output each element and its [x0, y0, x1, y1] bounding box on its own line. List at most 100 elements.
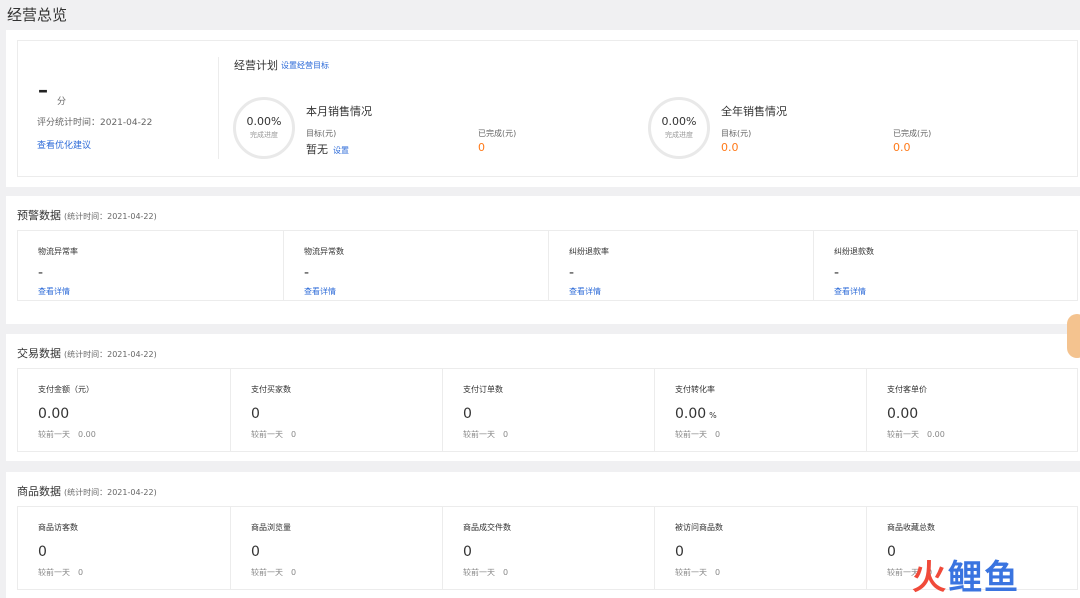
set-plan-target-link[interactable]: 设置经营目标: [281, 60, 329, 71]
plan-title: 经营计划: [234, 59, 278, 72]
goods-cell: 商品成交件数 0 较前一天 0: [442, 507, 654, 589]
warning-cell-value: -: [38, 265, 44, 281]
warning-cell: 物流异常数 - 查看详情: [283, 231, 548, 300]
trade-cell-label: 支付金额（元）: [38, 385, 94, 394]
trade-value-text: 0.00: [38, 406, 70, 422]
goods-cell-compare: 较前一天 0: [251, 567, 296, 578]
trade-cell: 支付买家数 0 较前一天 0: [230, 369, 442, 451]
watermark-part1: 火: [912, 558, 948, 598]
compare-label: 较前一天: [38, 568, 70, 577]
trade-value-text: 0.00: [675, 406, 707, 422]
score-time: 评分统计时间：2021-04-22: [37, 118, 153, 128]
trade-cell-compare: 较前一天 0.00: [38, 429, 96, 440]
trade-cell: 支付转化率 0.00% 较前一天 0: [654, 369, 866, 451]
divider: [218, 57, 219, 159]
trade-cell-value: 0.00: [38, 406, 72, 422]
goods-cell-value: 0: [38, 544, 47, 560]
goods-cell-label: 商品访客数: [38, 523, 78, 532]
goods-cell-value: 0: [463, 544, 472, 560]
trade-card: 支付金额（元） 0.00 较前一天 0.00 支付买家数 0 较前一天 0 支付订单…: [17, 368, 1078, 452]
compare-value: 0: [503, 430, 509, 439]
trade-value-text: 0: [251, 406, 260, 422]
goods-cell-label: 商品成交件数: [463, 523, 511, 532]
overview-panel: – 分 评分统计时间：2021-04-22 查看优化建议 经营计划 设置经营目标…: [6, 30, 1080, 187]
trade-cell-value: 0: [251, 406, 263, 422]
trade-cell-value: 0.00%: [675, 406, 717, 422]
monthly-set-link[interactable]: 设置: [333, 146, 349, 155]
warning-cell-value: -: [834, 265, 840, 281]
compare-value: 0: [503, 568, 509, 577]
trade-cell-compare: 较前一天 0.00: [887, 429, 945, 440]
trade-cell-compare: 较前一天 0: [251, 429, 296, 440]
trade-cell-label: 支付订单数: [463, 385, 503, 394]
trade-title-text: 交易数据: [17, 347, 61, 360]
view-detail-link[interactable]: 查看详情: [38, 286, 70, 297]
goods-cell-compare: 较前一天 0: [38, 567, 83, 578]
watermark-part2: 鲤鱼: [948, 558, 1020, 598]
monthly-done-label: 已完成(元): [478, 129, 517, 138]
goods-cell-compare: 较前一天 0: [463, 567, 508, 578]
view-detail-link[interactable]: 查看详情: [304, 286, 336, 297]
goods-cell: 商品访客数 0 较前一天 0: [18, 507, 230, 589]
monthly-sales-title: 本月销售情况: [306, 105, 372, 118]
warning-cell-value: -: [569, 265, 575, 281]
trade-value-unit: %: [709, 411, 717, 420]
warning-cell-label: 纠纷退款数: [834, 247, 874, 256]
monthly-progress-ring: 0.00% 完成进度: [233, 97, 295, 159]
goods-cell-label: 商品收藏总数: [887, 523, 935, 532]
yearly-progress-label: 完成进度: [665, 131, 693, 139]
compare-label: 较前一天: [251, 568, 283, 577]
compare-value: 0: [291, 568, 297, 577]
monthly-progress-pct: 0.00%: [246, 115, 282, 128]
warning-cell: 物流异常率 - 查看详情: [18, 231, 283, 300]
trade-cell-label: 支付客单价: [887, 385, 927, 394]
goods-title-text: 商品数据: [17, 485, 61, 498]
compare-label: 较前一天: [675, 430, 707, 439]
yearly-sales-title: 全年销售情况: [721, 105, 787, 118]
yearly-progress-ring: 0.00% 完成进度: [648, 97, 710, 159]
trade-title: 交易数据 (统计时间：2021-04-22): [17, 345, 157, 361]
compare-label: 较前一天: [463, 568, 495, 577]
trade-cell-value: 0.00: [887, 406, 921, 422]
yearly-done-value: 0.0: [893, 141, 911, 154]
warning-cell-label: 物流异常数: [304, 247, 344, 256]
trade-cell-label: 支付买家数: [251, 385, 291, 394]
warning-card: 物流异常率 - 查看详情 物流异常数 - 查看详情 纠纷退款率 - 查看详情 纠…: [17, 230, 1078, 301]
trade-subtitle: (统计时间：2021-04-22): [64, 350, 157, 359]
compare-label: 较前一天: [675, 568, 707, 577]
goods-cell-value: 0: [251, 544, 260, 560]
view-optimize-link[interactable]: 查看优化建议: [37, 138, 91, 151]
watermark-logo: 火鲤鱼: [912, 550, 1020, 598]
trade-cell: 支付客单价 0.00 较前一天 0.00: [866, 369, 1078, 451]
yearly-target-value: 0.0: [721, 141, 739, 154]
trade-value-text: 0: [463, 406, 472, 422]
monthly-progress-label: 完成进度: [250, 131, 278, 139]
goods-cell-label: 商品浏览量: [251, 523, 291, 532]
score-value: –: [38, 78, 48, 102]
trade-panel: 交易数据 (统计时间：2021-04-22) 支付金额（元） 0.00 较前一天 0…: [6, 334, 1080, 461]
yearly-progress-pct: 0.00%: [661, 115, 697, 128]
goods-cell: 被访问商品数 0 较前一天 0: [654, 507, 866, 589]
monthly-target-text: 暂无: [306, 143, 328, 156]
floating-widget-icon[interactable]: [1067, 314, 1080, 358]
yearly-done-label: 已完成(元): [893, 129, 932, 138]
compare-label: 较前一天: [887, 430, 919, 439]
warning-cell-label: 纠纷退款率: [569, 247, 609, 256]
score-unit: 分: [57, 97, 67, 107]
trade-cell-label: 支付转化率: [675, 385, 715, 394]
monthly-done-value: 0: [478, 141, 485, 154]
warning-cell: 纠纷退款率 - 查看详情: [548, 231, 813, 300]
view-detail-link[interactable]: 查看详情: [569, 286, 601, 297]
view-detail-link[interactable]: 查看详情: [834, 286, 866, 297]
warning-panel: 预警数据 (统计时间：2021-04-22) 物流异常率 - 查看详情 物流异常数…: [6, 196, 1080, 324]
trade-cell-compare: 较前一天 0: [463, 429, 508, 440]
compare-value: 0: [715, 430, 721, 439]
goods-cell-compare: 较前一天 0: [675, 567, 720, 578]
goods-cell: 商品浏览量 0 较前一天 0: [230, 507, 442, 589]
compare-value: 0: [78, 568, 84, 577]
yearly-target-label: 目标(元): [721, 129, 752, 138]
compare-label: 较前一天: [251, 430, 283, 439]
trade-cell-value: 0: [463, 406, 475, 422]
goods-cell-value: 0: [675, 544, 684, 560]
monthly-target-label: 目标(元): [306, 129, 337, 138]
